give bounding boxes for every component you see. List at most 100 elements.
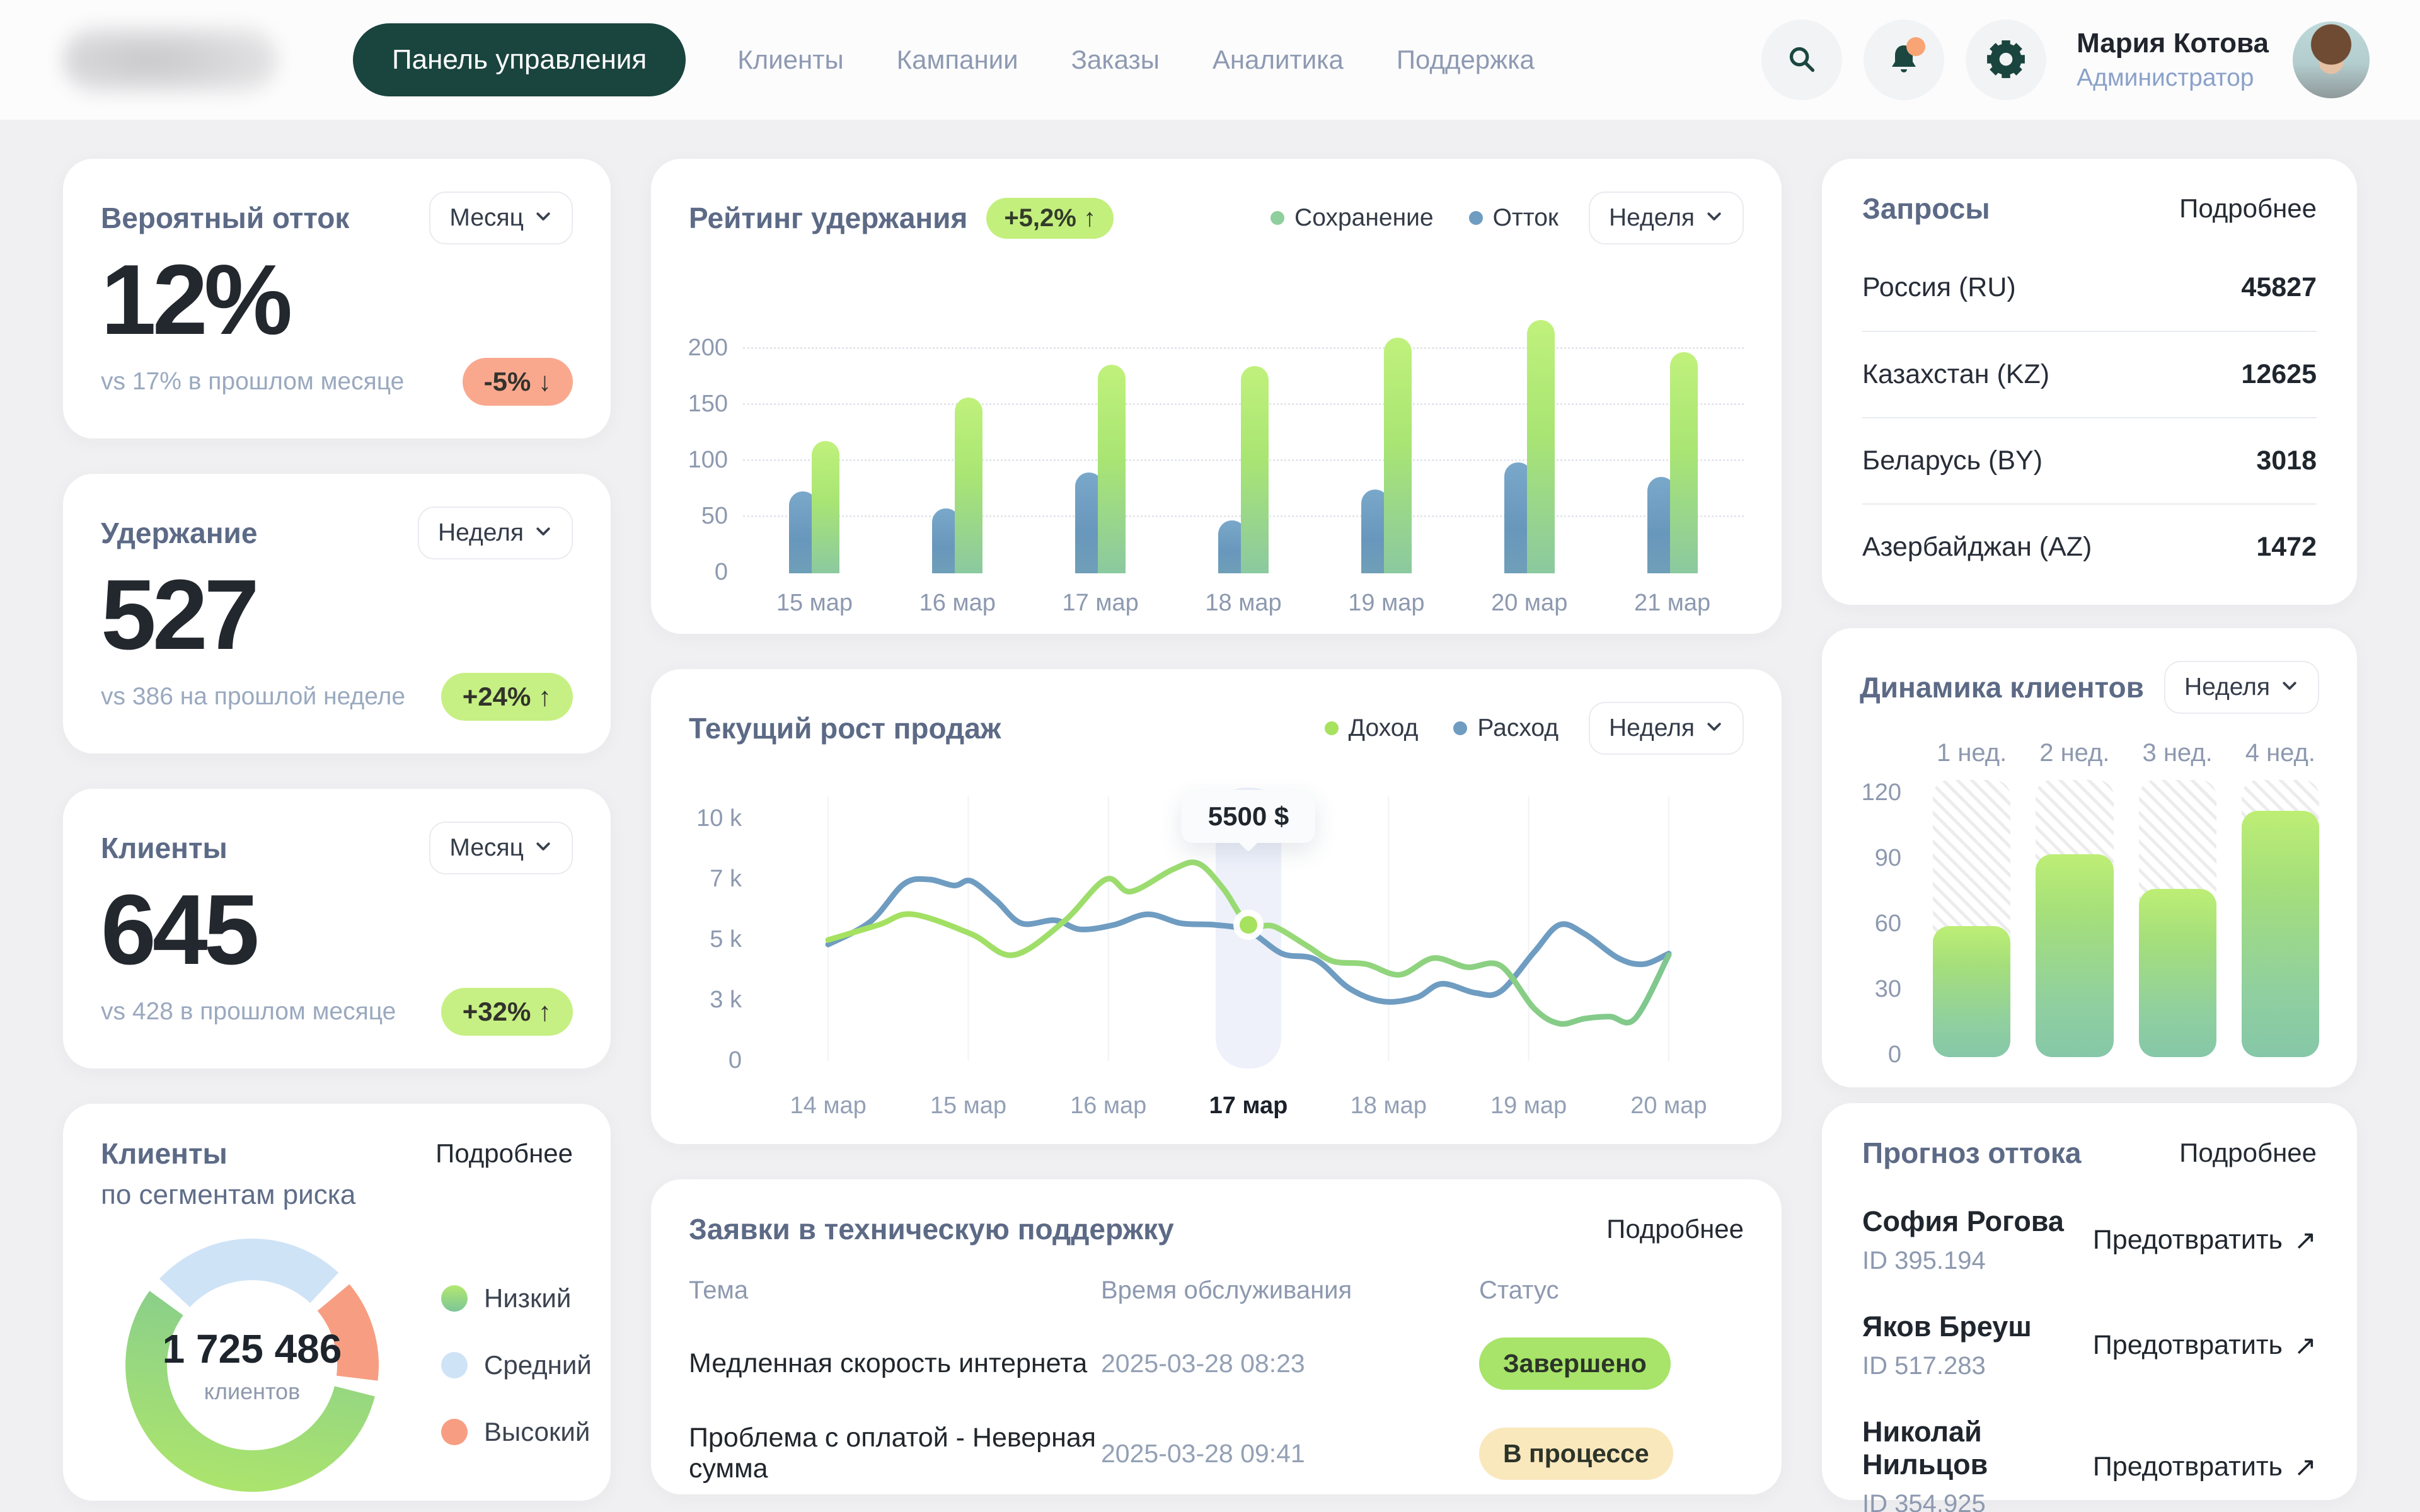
dropdown-value: Неделя bbox=[2184, 673, 2270, 701]
nav-item-campaigns[interactable]: Кампании bbox=[897, 45, 1018, 75]
request-country: Казахстан (KZ) bbox=[1862, 359, 2049, 390]
chevron-down-icon bbox=[1705, 714, 1724, 742]
ticket-time: 2025-03-28 09:41 bbox=[1101, 1439, 1479, 1469]
top-header: Панель управления Клиенты Кампании Заказ… bbox=[0, 0, 2420, 120]
dropdown-value: Месяц bbox=[449, 204, 524, 232]
sales-chart-card: Текущий рост продаж Доход Расход Неделя bbox=[651, 669, 1782, 1144]
kpi-clients-compare: vs 428 в прошлом месяце bbox=[101, 998, 396, 1026]
risk-legend: Низкий Средний Высокий bbox=[441, 1283, 592, 1447]
requests-card: Запросы Подробнее Россия (RU) 45827 Каза… bbox=[1822, 159, 2357, 605]
legend-dot bbox=[1469, 211, 1483, 225]
status-badge: В процессе bbox=[1479, 1428, 1673, 1480]
settings-button[interactable] bbox=[1966, 20, 2046, 100]
support-tickets-card: Заявки в техническую поддержку Подробнее… bbox=[651, 1179, 1782, 1494]
nav-dashboard-active[interactable]: Панель управления bbox=[353, 23, 686, 96]
retention-trend-badge: +5,2% ↑ bbox=[986, 198, 1114, 239]
forecast-details-link[interactable]: Подробнее bbox=[2179, 1138, 2317, 1168]
segments-subtitle: по сегментам риска bbox=[101, 1179, 573, 1211]
search-button[interactable] bbox=[1761, 20, 1842, 100]
kpi-retention-period-dropdown[interactable]: Неделя bbox=[418, 507, 573, 559]
nav-item-orders[interactable]: Заказы bbox=[1071, 45, 1160, 75]
chevron-down-icon bbox=[534, 519, 553, 547]
header-actions: Мария Котова Администратор bbox=[1740, 20, 2370, 100]
kpi-retention-title: Удержание bbox=[101, 516, 257, 550]
kpi-clients-title: Клиенты bbox=[101, 831, 228, 865]
legend-item-medium: Средний bbox=[441, 1350, 592, 1380]
nav-item-clients[interactable]: Клиенты bbox=[737, 45, 843, 75]
user-role: Администратор bbox=[2077, 64, 2269, 92]
client-id: ID 517.283 bbox=[1862, 1352, 2032, 1380]
support-details-link[interactable]: Подробнее bbox=[1606, 1214, 1744, 1244]
prevent-button[interactable]: Предотвратить ↗ bbox=[2093, 1452, 2317, 1483]
churn-forecast-card: Прогноз оттока Подробнее София Рогова ID… bbox=[1822, 1103, 2357, 1500]
ticket-topic: Проблема с оплатой - Неверная сумма bbox=[689, 1423, 1101, 1484]
legend-label: Высокий bbox=[484, 1417, 590, 1447]
sales-line-chart: 5500 $ 03 k5 k7 k10 k14 мар15 мар16 мар1… bbox=[689, 781, 1744, 1134]
col-topic: Тема bbox=[689, 1276, 1101, 1305]
legend-label: Средний bbox=[484, 1350, 592, 1380]
nav-item-analytics[interactable]: Аналитика bbox=[1213, 45, 1344, 75]
request-count: 45827 bbox=[2241, 272, 2317, 303]
requests-details-link[interactable]: Подробнее bbox=[2179, 193, 2317, 224]
support-title: Заявки в техническую поддержку bbox=[689, 1212, 1174, 1246]
dashboard-content: Вероятный отток Месяц 12% vs 17% в прошл… bbox=[0, 120, 2420, 1501]
client-dynamics-card: Динамика клиентов Неделя 0306090120 1 не… bbox=[1822, 628, 2357, 1087]
notifications-button[interactable] bbox=[1864, 20, 1944, 100]
risk-segments-card: Клиенты Подробнее по сегментам риска 1 7… bbox=[63, 1104, 611, 1501]
list-item: София Рогова ID 395.194 Предотвратить ↗ bbox=[1862, 1205, 2317, 1275]
legend-item-income: Доход bbox=[1325, 714, 1419, 742]
chart-tooltip: 5500 $ bbox=[1182, 790, 1315, 843]
kpi-retention-badge: +24% ↑ bbox=[441, 673, 573, 721]
requests-title: Запросы bbox=[1862, 192, 1990, 226]
avatar[interactable] bbox=[2293, 21, 2370, 98]
segments-details-link[interactable]: Подробнее bbox=[435, 1138, 573, 1169]
legend-item-expense: Расход bbox=[1453, 714, 1559, 742]
status-badge: Завершено bbox=[1479, 1337, 1671, 1390]
sales-legend: Доход Расход bbox=[1325, 714, 1559, 742]
sales-period-dropdown[interactable]: Неделя bbox=[1589, 702, 1744, 755]
kpi-churn-period-dropdown[interactable]: Месяц bbox=[429, 192, 573, 244]
table-row[interactable]: Проблема с оплатой - Неверная сумма 2025… bbox=[689, 1423, 1744, 1484]
dynamics-title: Динамика клиентов bbox=[1860, 670, 2144, 704]
chevron-down-icon bbox=[2280, 673, 2299, 701]
kpi-clients-period-dropdown[interactable]: Месяц bbox=[429, 822, 573, 874]
table-row[interactable]: Медленная скорость интернета 2025-03-28 … bbox=[689, 1337, 1744, 1390]
user-name: Мария Котова bbox=[2077, 28, 2269, 59]
col-time: Время обслуживания bbox=[1101, 1276, 1479, 1305]
gear-icon bbox=[1985, 38, 2027, 82]
dynamics-period-dropdown[interactable]: Неделя bbox=[2164, 661, 2319, 714]
prevent-button[interactable]: Предотвратить ↗ bbox=[2093, 1330, 2317, 1361]
arrow-up-right-icon: ↗ bbox=[2294, 1330, 2317, 1361]
legend-dot bbox=[1270, 211, 1284, 225]
legend-item-high: Высокий bbox=[441, 1417, 592, 1447]
kpi-card-retention: Удержание Неделя 527 vs 386 на прошлой н… bbox=[63, 474, 611, 753]
request-country: Россия (RU) bbox=[1862, 272, 2016, 303]
request-count: 1472 bbox=[2256, 532, 2317, 563]
prevent-button[interactable]: Предотвратить ↗ bbox=[2093, 1225, 2317, 1256]
sales-chart-title: Текущий рост продаж bbox=[689, 711, 1001, 745]
legend-dot bbox=[1325, 721, 1339, 735]
retention-x-axis: 15 мар16 мар17 мар18 мар19 мар20 мар21 м… bbox=[689, 590, 1744, 617]
chevron-down-icon bbox=[534, 204, 553, 232]
retention-period-dropdown[interactable]: Неделя bbox=[1589, 192, 1744, 244]
list-item: Азербайджан (AZ) 1472 bbox=[1862, 503, 2317, 590]
legend-dot-low bbox=[441, 1285, 468, 1312]
client-name: София Рогова bbox=[1862, 1205, 2064, 1238]
client-id: ID 395.194 bbox=[1862, 1247, 2064, 1275]
kpi-churn-compare: vs 17% в прошлом месяце bbox=[101, 368, 404, 396]
donut-total-value: 1 725 486 bbox=[163, 1326, 342, 1372]
retention-legend: Сохранение Отток bbox=[1270, 204, 1559, 232]
dropdown-value: Неделя bbox=[1609, 714, 1695, 742]
donut-total-label: клиентов bbox=[204, 1378, 300, 1405]
forecast-title: Прогноз оттока bbox=[1862, 1136, 2081, 1170]
request-count: 12625 bbox=[2241, 359, 2317, 390]
kpi-retention-value: 527 bbox=[101, 563, 573, 668]
nav-item-support[interactable]: Поддержка bbox=[1397, 45, 1535, 75]
request-count: 3018 bbox=[2256, 445, 2317, 476]
retention-chart-card: Рейтинг удержания +5,2% ↑ Сохранение Отт… bbox=[651, 159, 1782, 634]
main-nav: Клиенты Кампании Заказы Аналитика Поддер… bbox=[737, 45, 1535, 75]
dropdown-value: Месяц bbox=[449, 834, 524, 862]
user-profile[interactable]: Мария Котова Администратор bbox=[2077, 28, 2269, 92]
dropdown-value: Неделя bbox=[438, 519, 524, 547]
arrow-up-right-icon: ↗ bbox=[2294, 1225, 2317, 1256]
